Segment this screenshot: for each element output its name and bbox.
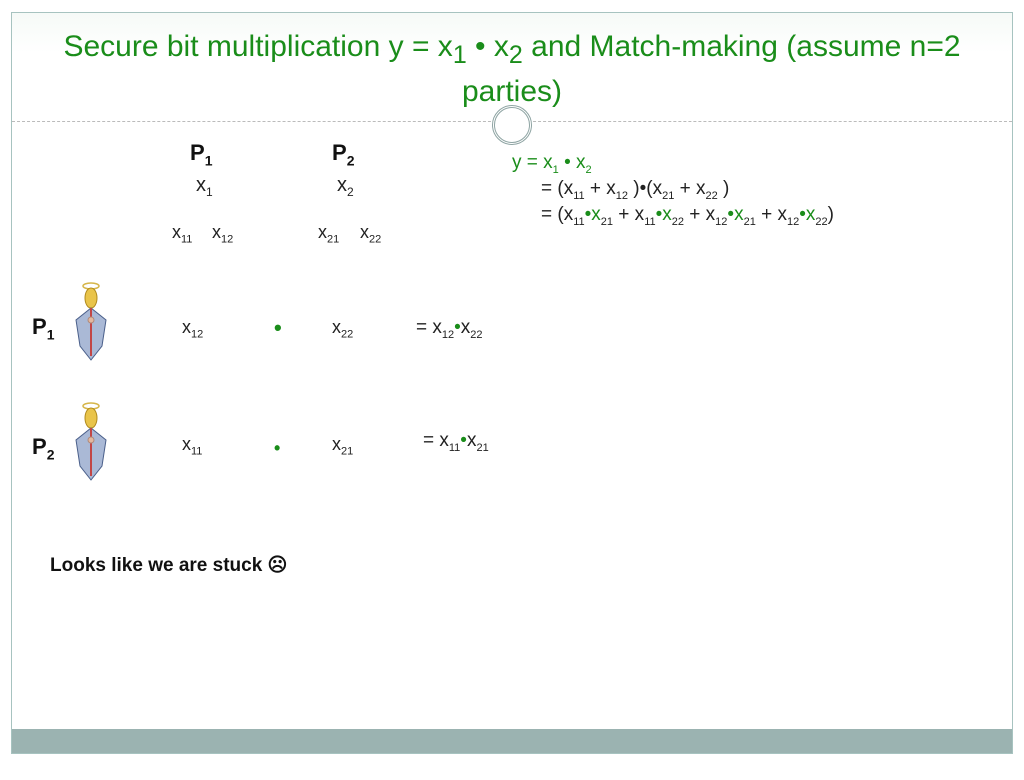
derivation-line1: y = x1 • x2 bbox=[512, 152, 592, 176]
row1-eq: = x12•x22 bbox=[416, 317, 483, 341]
row1-dot: • bbox=[274, 315, 282, 341]
angel-icon-1 bbox=[70, 280, 104, 358]
row2-dot: • bbox=[274, 438, 280, 459]
row2-x11: x11 bbox=[182, 434, 202, 458]
shares-x12: x12 bbox=[212, 222, 233, 246]
content: P1 P2 x1 x2 x11 x12 x21 x22 y = x1 • x2 … bbox=[12, 122, 1012, 682]
stuck-text: Looks like we are stuck ☹ bbox=[50, 554, 287, 577]
shares-x11: x11 bbox=[172, 222, 192, 246]
bottom-bar bbox=[12, 729, 1012, 753]
title-text-b: • x bbox=[467, 30, 509, 63]
row2-x21: x21 bbox=[332, 434, 353, 458]
derivation-line3: = (x11•x21 + x11•x22 + x12•x21 + x12•x22… bbox=[541, 204, 834, 228]
slide: Secure bit multiplication y = x1 • x2 an… bbox=[11, 12, 1013, 754]
angel-icon-2 bbox=[70, 400, 104, 478]
row2-eq: = x11•x21 bbox=[423, 430, 489, 454]
derivation-line2: = (x11 + x12 )•(x21 + x22 ) bbox=[541, 178, 729, 202]
row-P1-label: P1 bbox=[32, 314, 54, 342]
title-sub1: 1 bbox=[453, 41, 467, 69]
header-x2: x2 bbox=[337, 174, 354, 199]
header-P2: P2 bbox=[332, 140, 354, 168]
header-P1: P1 bbox=[190, 140, 212, 168]
title-text-a: Secure bit multiplication y = x bbox=[63, 30, 452, 63]
shares-x22: x22 bbox=[360, 222, 381, 246]
header-x1: x1 bbox=[196, 174, 213, 199]
shares-x21: x21 bbox=[318, 222, 339, 246]
row1-x22: x22 bbox=[332, 317, 353, 341]
row1-x12: x12 bbox=[182, 317, 203, 341]
row-P2-label: P2 bbox=[32, 434, 54, 462]
title-sub2: 2 bbox=[509, 41, 523, 69]
title-text-c: and Match-making (assume n=2 parties) bbox=[462, 30, 961, 108]
